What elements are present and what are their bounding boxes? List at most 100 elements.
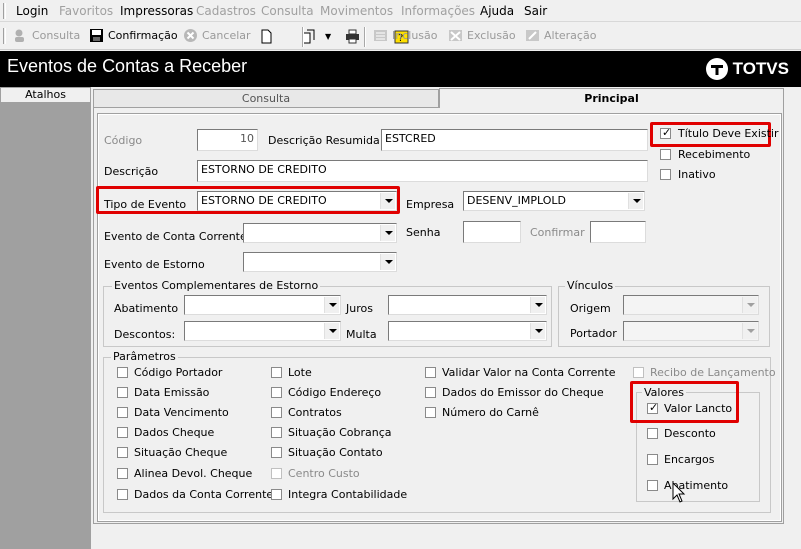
data-emissao-label: Data Emissão xyxy=(134,386,210,399)
chevron-down-icon[interactable] xyxy=(628,193,643,209)
data-vencimento-checkbox[interactable] xyxy=(117,407,128,418)
toolbar-grip xyxy=(3,28,6,44)
codigo-portador-checkbox[interactable] xyxy=(117,367,128,378)
empresa-value: DESENV_IMPLOLD xyxy=(467,194,566,207)
dados-emissor-checkbox[interactable] xyxy=(425,387,436,398)
recebimento-label: Recebimento xyxy=(678,148,751,161)
contratos-label: Contratos xyxy=(288,406,342,419)
save-icon xyxy=(89,28,104,43)
complementares-title: Eventos Complementares de Estorno xyxy=(112,279,321,292)
desconto-checkbox[interactable] xyxy=(647,428,658,439)
senha-label: Senha xyxy=(406,226,441,239)
chevron-down-icon[interactable] xyxy=(380,254,395,270)
abatimento-select[interactable] xyxy=(184,295,341,315)
codigo-endereco-checkbox[interactable] xyxy=(271,387,282,398)
encargos-checkbox[interactable] xyxy=(647,454,658,465)
recebimento-checkbox[interactable] xyxy=(660,149,671,160)
codigo-field[interactable]: 10 xyxy=(197,129,258,151)
chevron-down-icon[interactable] xyxy=(380,225,395,241)
confirmacao-button[interactable]: Confirmação xyxy=(89,28,178,43)
menu-favoritos[interactable]: Favoritos xyxy=(59,4,113,18)
mouse-cursor-icon xyxy=(672,482,686,503)
inclusao-button[interactable]: Inclusão xyxy=(373,28,438,43)
confirmar-field[interactable] xyxy=(590,221,646,243)
chevron-down-icon[interactable] xyxy=(742,297,757,313)
new-document-icon[interactable] xyxy=(259,29,274,44)
data-emissao-checkbox[interactable] xyxy=(117,387,128,398)
inclusao-label: Inclusão xyxy=(392,29,438,42)
menu-login[interactable]: Login xyxy=(16,4,48,18)
empresa-select[interactable]: DESENV_IMPLOLD xyxy=(463,191,645,211)
sidebar-header[interactable]: Atalhos xyxy=(0,87,91,103)
desconto-label: Desconto xyxy=(664,427,716,440)
juros-select[interactable] xyxy=(388,295,547,315)
descricao-label: Descrição xyxy=(104,165,159,178)
menu-cadastros[interactable]: Cadastros xyxy=(196,4,256,18)
alteracao-button[interactable]: Alteração xyxy=(525,28,596,43)
sidebar xyxy=(0,87,91,549)
evento-cc-label: Evento de Conta Corrente xyxy=(104,230,247,243)
alinea-devol-cheque-checkbox[interactable] xyxy=(117,468,128,479)
situacao-cobranca-checkbox[interactable] xyxy=(271,427,282,438)
dados-conta-corrente-label: Dados da Conta Corrente xyxy=(134,488,274,501)
menu-sair[interactable]: Sair xyxy=(524,4,547,18)
descontos-select[interactable] xyxy=(184,321,341,341)
chevron-down-icon[interactable] xyxy=(380,193,395,209)
descricao-field[interactable]: ESTORNO DE CREDITO xyxy=(197,160,648,182)
multa-select[interactable] xyxy=(388,321,547,341)
evento-estorno-select[interactable] xyxy=(243,252,397,272)
valor-lancto-label: Valor Lancto xyxy=(664,402,733,415)
cancelar-button[interactable]: Cancelar xyxy=(183,28,251,43)
chevron-down-icon[interactable] xyxy=(742,323,757,339)
desc-resumida-field[interactable]: ESTCRED xyxy=(381,129,648,151)
titulo-deve-existir-checkbox[interactable]: ✓ xyxy=(660,126,671,139)
portador-label: Portador xyxy=(570,327,617,340)
lote-checkbox[interactable] xyxy=(271,367,282,378)
menu-consulta[interactable]: Consulta xyxy=(261,4,314,18)
portador-select[interactable] xyxy=(623,321,759,341)
dados-conta-corrente-checkbox[interactable] xyxy=(117,489,128,500)
consulta-button[interactable]: Consulta xyxy=(13,28,80,43)
menu-informacoes[interactable]: Informações xyxy=(401,4,475,18)
contratos-checkbox[interactable] xyxy=(271,407,282,418)
chevron-down-icon[interactable] xyxy=(324,297,339,313)
senha-field[interactable] xyxy=(463,221,521,243)
recibo-lancamento-checkbox[interactable] xyxy=(633,367,644,378)
evento-cc-select[interactable] xyxy=(243,223,397,243)
inativo-checkbox[interactable] xyxy=(660,169,671,180)
chevron-down-icon[interactable] xyxy=(324,323,339,339)
totvs-logo-icon xyxy=(705,58,728,80)
centro-custo-checkbox[interactable] xyxy=(271,468,282,479)
exclusao-button[interactable]: Exclusão xyxy=(448,28,516,43)
dados-cheque-checkbox[interactable] xyxy=(117,427,128,438)
consulta-label: Consulta xyxy=(32,29,81,42)
integra-contabilidade-checkbox[interactable] xyxy=(271,489,282,500)
printer-icon[interactable] xyxy=(345,29,360,44)
menu-movimentos[interactable]: Movimentos xyxy=(320,4,393,18)
tipo-evento-select[interactable]: ESTORNO DE CREDITO xyxy=(197,191,397,211)
numero-carne-label: Número do Carnê xyxy=(442,406,539,419)
dados-cheque-label: Dados Cheque xyxy=(134,426,215,439)
tab-principal[interactable]: Principal xyxy=(439,88,784,109)
codigo-endereco-label: Código Endereço xyxy=(288,386,382,399)
abatimento-label: Abatimento xyxy=(114,302,179,315)
abatimento-valores-checkbox[interactable] xyxy=(647,480,658,491)
evento-estorno-label: Evento de Estorno xyxy=(104,258,205,271)
situacao-cheque-checkbox[interactable] xyxy=(117,447,128,458)
situacao-cobranca-label: Situação Cobrança xyxy=(288,426,392,439)
numero-carne-checkbox[interactable] xyxy=(425,407,436,418)
menu-ajuda[interactable]: Ajuda xyxy=(480,4,514,18)
chevron-down-icon[interactable] xyxy=(530,297,545,313)
situacao-contato-checkbox[interactable] xyxy=(271,447,282,458)
tab-consulta[interactable]: Consulta xyxy=(93,89,439,108)
origem-select[interactable] xyxy=(623,295,759,315)
multa-label: Multa xyxy=(346,328,377,341)
inativo-label: Inativo xyxy=(678,168,716,181)
valor-lancto-checkbox[interactable]: ✓ xyxy=(647,401,658,414)
centro-custo-label: Centro Custo xyxy=(288,467,360,480)
validar-valor-checkbox[interactable] xyxy=(425,367,436,378)
confirmacao-label: Confirmação xyxy=(108,29,178,42)
printer-dropdown-icon[interactable]: ▼ xyxy=(325,32,331,41)
chevron-down-icon[interactable] xyxy=(530,323,545,339)
menu-impressoras[interactable]: Impressoras xyxy=(120,4,193,18)
